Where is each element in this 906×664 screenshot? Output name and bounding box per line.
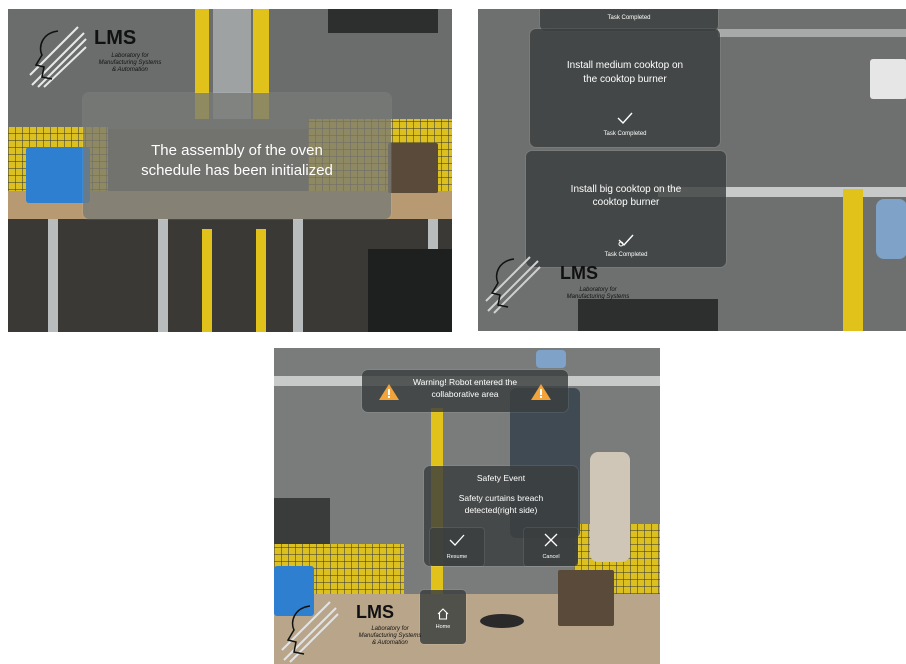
dialog-message: Safety curtains breach bbox=[458, 493, 544, 503]
lms-subtitle: Manufacturing Systems bbox=[566, 294, 630, 300]
lms-head-icon bbox=[485, 256, 541, 314]
checkmark-icon bbox=[530, 111, 720, 125]
lms-subtitle: Manufacturing Systems bbox=[98, 60, 162, 66]
assembly-initialized-card: The assembly of the oven schedule has be… bbox=[83, 93, 391, 219]
shelf-post bbox=[48, 219, 58, 332]
sensor-box bbox=[870, 59, 906, 99]
warning-text: collaborative area bbox=[431, 389, 499, 399]
lms-title: LMS bbox=[560, 263, 598, 283]
robot-arm-top bbox=[328, 9, 438, 33]
lms-logo: LMS Laboratory for Manufacturing Systems bbox=[484, 255, 634, 325]
control-cabinet bbox=[368, 249, 452, 332]
message-line: schedule has been initialized bbox=[141, 162, 333, 179]
warning-text: Warning! Robot entered the bbox=[412, 377, 518, 387]
resume-button[interactable]: Resume bbox=[430, 528, 484, 566]
transformer-component bbox=[558, 570, 614, 626]
message-line: The assembly of the oven bbox=[151, 142, 323, 159]
checkmark-icon bbox=[526, 233, 726, 247]
warning-icon bbox=[531, 384, 551, 400]
close-icon bbox=[524, 533, 578, 547]
warning-banner: Warning! Robot entered the collaborative… bbox=[362, 370, 568, 412]
lms-subtitle: & Automation bbox=[372, 640, 408, 646]
lms-subtitle: & Automation bbox=[112, 67, 148, 73]
lms-subtitle: Manufacturing Systems bbox=[358, 633, 422, 639]
lms-subtitle: Laboratory for bbox=[371, 626, 409, 632]
lms-subtitle: Laboratory for bbox=[111, 53, 149, 59]
dialog-message: detected(right side) bbox=[464, 505, 538, 515]
shelf-post bbox=[158, 219, 168, 332]
monitor bbox=[274, 498, 330, 548]
screenshot-task-list: Task Completed Install medium cooktop on… bbox=[478, 9, 906, 331]
screenshot-safety-event: Warning! Robot entered the collaborative… bbox=[274, 348, 660, 664]
screenshot-assembly-initialized: LMS Laboratory for Manufacturing Systems… bbox=[8, 9, 452, 332]
robot-joint bbox=[536, 350, 566, 368]
blue-parts-bin bbox=[26, 147, 90, 203]
yellow-post bbox=[256, 229, 266, 332]
task-status: Task Completed bbox=[603, 131, 647, 137]
task-card[interactable]: Install big cooktop on the cooktop burne… bbox=[526, 151, 726, 267]
human-operator bbox=[590, 452, 630, 562]
lms-title: LMS bbox=[356, 602, 394, 622]
cancel-button[interactable]: Cancel bbox=[524, 528, 578, 566]
ceiling-rail bbox=[718, 29, 906, 37]
task-text: cooktop burner bbox=[592, 197, 660, 208]
checkmark-icon bbox=[430, 534, 484, 546]
shelf-post bbox=[293, 219, 303, 332]
task-text: Install medium cooktop on bbox=[566, 60, 684, 71]
lms-head-icon bbox=[29, 26, 87, 88]
lms-head-icon bbox=[281, 601, 339, 663]
dialog-title: Safety Event bbox=[476, 473, 526, 483]
lms-subtitle: Laboratory for bbox=[579, 287, 617, 293]
task-text: Install big cooktop on the bbox=[570, 184, 682, 195]
task-text: the cooktop burner bbox=[583, 74, 667, 85]
task-card[interactable]: Install medium cooktop on the cooktop bu… bbox=[530, 29, 720, 147]
resume-label: Resume bbox=[446, 554, 468, 560]
task-status: Task Completed bbox=[607, 15, 651, 21]
cooktop-burner bbox=[480, 614, 524, 628]
robot-part bbox=[876, 199, 906, 259]
task-card-previous: Task Completed bbox=[540, 9, 718, 31]
yellow-pillar bbox=[843, 189, 863, 331]
warning-icon bbox=[379, 384, 399, 400]
lms-logo: LMS Laboratory for Manufacturing Systems… bbox=[28, 21, 178, 91]
transformer-component bbox=[388, 143, 438, 193]
lms-title: LMS bbox=[94, 27, 137, 49]
lms-logo: LMS Laboratory for Manufacturing Systems… bbox=[280, 594, 430, 664]
yellow-post bbox=[202, 229, 212, 332]
cancel-label: Cancel bbox=[542, 554, 560, 560]
